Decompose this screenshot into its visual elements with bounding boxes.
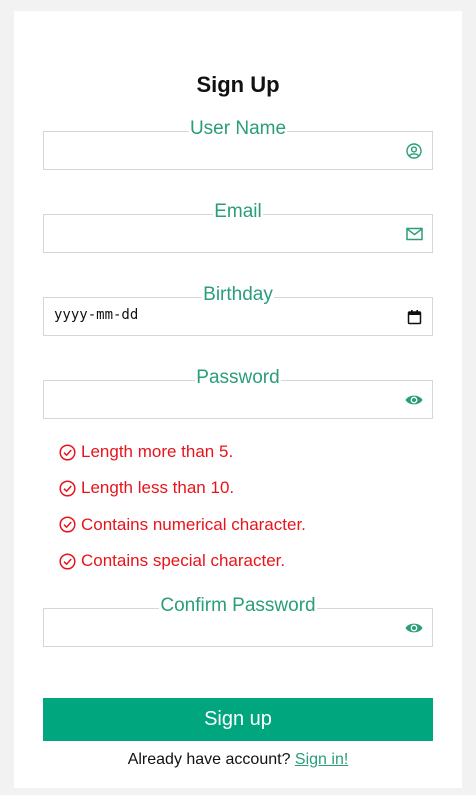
password-rule: Length less than 10. (59, 470, 306, 506)
footer-text: Already have account? (127, 751, 291, 768)
username-input[interactable] (44, 132, 432, 169)
password-field: Password (43, 367, 433, 419)
password-rule-text: Length less than 10. (81, 478, 235, 498)
user-circle-icon (405, 142, 423, 160)
username-field: User Name (43, 118, 433, 170)
password-input[interactable] (44, 381, 432, 418)
check-circle-icon (59, 552, 76, 570)
password-rule: Contains numerical character. (59, 507, 306, 543)
signin-prompt: Already have account? Sign in! (14, 751, 462, 769)
birthday-placeholder: yyyy-mm-dd (54, 307, 139, 323)
password-rule: Contains special character. (59, 543, 306, 579)
eye-icon[interactable] (405, 391, 423, 409)
mail-icon (405, 225, 423, 243)
birthday-label: Birthday (202, 284, 274, 305)
password-rule: Length more than 5. (59, 434, 306, 470)
page-title: Sign Up (196, 72, 280, 97)
confirm-password-input[interactable] (44, 609, 432, 646)
email-field: Email (43, 201, 433, 253)
password-rule-text: Length more than 5. (81, 442, 234, 462)
sign-up-button[interactable]: Sign up (43, 698, 433, 741)
eye-icon[interactable] (405, 619, 423, 637)
birthday-field[interactable]: yyyy-mm-dd Birthday (43, 284, 433, 336)
check-circle-icon (59, 444, 76, 461)
signup-card: Sign Up User Name Email yyyy-mm-dd Birth… (14, 11, 462, 788)
email-input[interactable] (44, 215, 432, 252)
check-circle-icon (59, 516, 76, 533)
check-circle-icon (59, 480, 76, 497)
password-rule-text: Contains numerical character. (81, 514, 306, 534)
confirm-password-field: Confirm Password (43, 595, 433, 647)
sign-in-link[interactable]: Sign in! (295, 751, 348, 768)
password-rule-text: Contains special character. (81, 551, 286, 571)
password-rules-list: Length more than 5. Length less than 10.… (59, 434, 306, 579)
calendar-icon[interactable] (405, 308, 423, 326)
birthday-label-wrap: Birthday (44, 284, 432, 306)
